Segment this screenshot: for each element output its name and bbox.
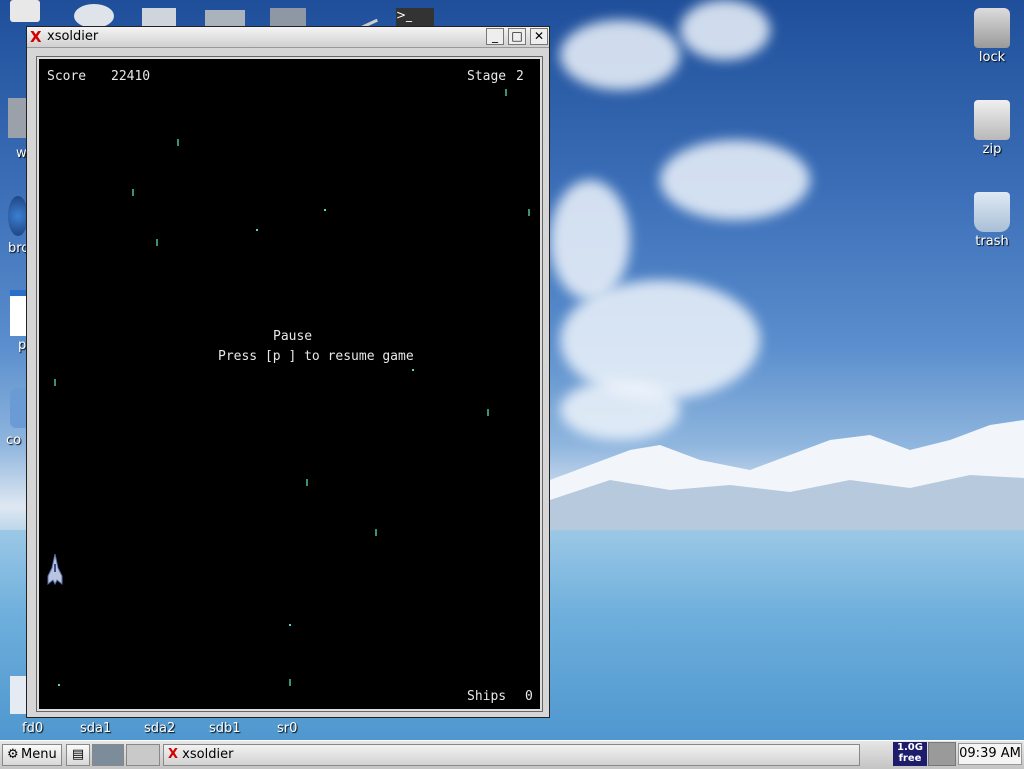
enemy-bullet — [375, 529, 377, 536]
star — [58, 684, 60, 686]
stage-label: Stage — [467, 69, 507, 84]
enemy-bullet — [177, 139, 179, 146]
left-label-co: co — [6, 433, 22, 448]
desktop-icon-label: lock — [978, 50, 1006, 65]
xsoldier-task-icon: X — [168, 747, 179, 762]
ships-label: Ships — [467, 689, 507, 704]
disk-free-badge: 1.0G free — [893, 742, 927, 766]
disk-free-value: 1.0G — [897, 742, 923, 753]
menu-button[interactable]: ⚙ Menu — [2, 744, 62, 766]
taskbar: ⚙ Menu ▤ X xsoldier — [0, 740, 1024, 769]
star — [324, 209, 326, 211]
desktop-icon-lock[interactable]: lock — [962, 8, 1022, 65]
monitor-icon[interactable] — [270, 8, 306, 28]
score-label: Score — [47, 69, 87, 84]
game-canvas[interactable]: Score 22410 Stage 2 Pause Press [p ] to … — [36, 56, 543, 712]
workspace-2-button[interactable] — [126, 744, 160, 766]
star — [289, 624, 291, 626]
cdrom-icon[interactable] — [74, 4, 114, 28]
mountains — [550, 420, 1024, 535]
enemy-bullet — [289, 679, 291, 686]
drive-sdb1[interactable]: sdb1 — [209, 721, 241, 736]
stage-value: 2 — [516, 69, 524, 84]
desktop-icon-label: zip — [982, 142, 1002, 157]
enemy-bullet — [132, 189, 134, 196]
browser-icon[interactable] — [8, 196, 28, 236]
enemy-bullet — [156, 239, 158, 246]
window-title: xsoldier — [47, 29, 99, 44]
task-label: xsoldier — [182, 747, 234, 762]
drive-icon[interactable] — [142, 8, 176, 28]
star — [412, 369, 414, 371]
pause-hint: Press [p ] to resume game — [218, 349, 414, 364]
home-icon[interactable] — [10, 0, 40, 22]
lock-icon — [974, 8, 1010, 48]
desktop-icon: ▤ — [71, 747, 85, 762]
enemy-bullet — [528, 209, 530, 216]
enemy-bullet — [505, 89, 507, 96]
zip-icon — [974, 100, 1010, 140]
desktop-icon-label: trash — [975, 234, 1009, 249]
clock[interactable]: 09:39 AM — [958, 743, 1022, 765]
window-titlebar[interactable]: X xsoldier _ □ ✕ — [27, 27, 549, 48]
drive-sda1[interactable]: sda1 — [80, 721, 111, 736]
task-xsoldier[interactable]: X xsoldier — [163, 744, 860, 766]
close-button[interactable]: ✕ — [530, 28, 548, 45]
score-value: 22410 — [111, 69, 151, 84]
drive-sda2[interactable]: sda2 — [144, 721, 175, 736]
desktop-icon-zip[interactable]: zip — [962, 100, 1022, 157]
player-ship-icon — [47, 554, 63, 586]
star — [256, 229, 258, 231]
xsoldier-app-icon: X — [30, 28, 42, 46]
minimize-button[interactable]: _ — [486, 28, 504, 45]
pause-title: Pause — [273, 329, 313, 344]
enemy-bullet — [306, 479, 308, 486]
wireless-icon[interactable] — [8, 98, 28, 138]
menu-icon: ⚙ — [7, 747, 19, 762]
drive-fd0[interactable]: fd0 — [22, 721, 43, 736]
desktop-icon-trash[interactable]: trash — [962, 192, 1022, 249]
workspace-1-button[interactable] — [92, 744, 124, 766]
enemy-bullet — [487, 409, 489, 416]
menu-label: Menu — [21, 747, 57, 762]
trash-icon — [974, 192, 1010, 232]
cpu-meter — [928, 742, 956, 766]
disk-free-label: free — [898, 753, 922, 764]
show-desktop-button[interactable]: ▤ — [66, 744, 90, 766]
ships-value: 0 — [525, 689, 533, 704]
drive-sr0[interactable]: sr0 — [277, 721, 297, 736]
maximize-button[interactable]: □ — [508, 28, 526, 45]
enemy-bullet — [54, 379, 56, 386]
terminal-icon[interactable]: >_ — [396, 8, 434, 28]
xsoldier-window: X xsoldier _ □ ✕ Score 22410 Stage 2 Pau… — [26, 26, 550, 718]
